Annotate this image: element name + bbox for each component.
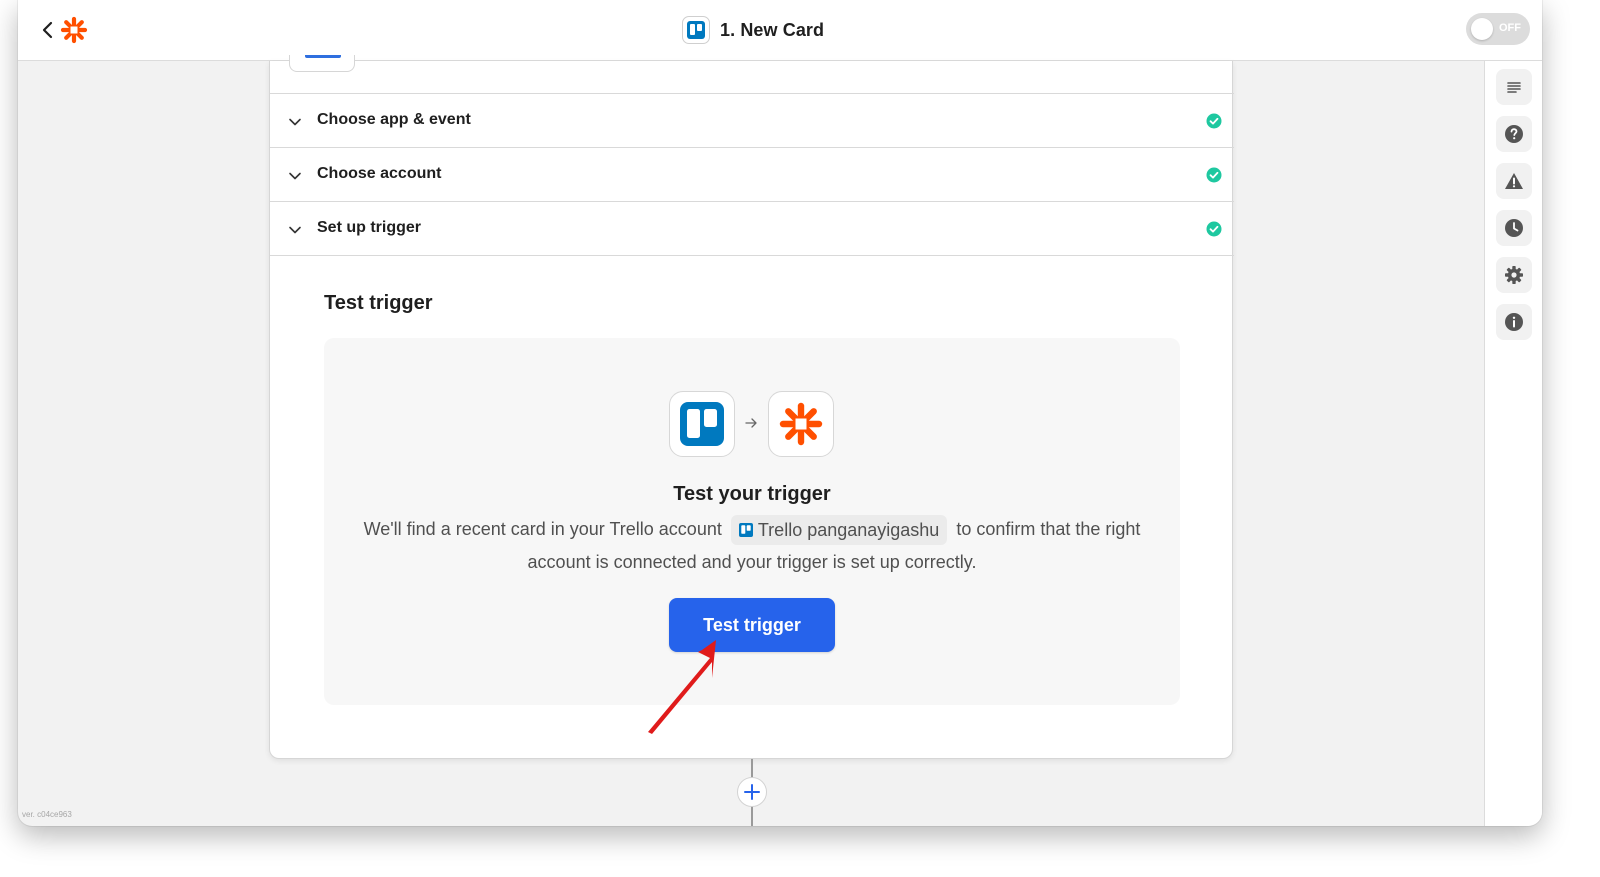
test-description-line2: account is connected and your trigger is… bbox=[527, 552, 977, 572]
zap-on-off-toggle[interactable]: OFF bbox=[1466, 13, 1530, 45]
arrow-right-icon bbox=[745, 418, 757, 428]
back-chevron-icon[interactable] bbox=[38, 18, 58, 42]
test-your-trigger-title: Test your trigger bbox=[673, 483, 831, 505]
check-circle-icon bbox=[1206, 113, 1222, 129]
test-trigger-heading: Test trigger bbox=[324, 292, 433, 314]
test-trigger-button[interactable]: Test trigger bbox=[669, 598, 835, 652]
section-label: Choose account bbox=[317, 165, 442, 182]
test-trigger-card: Test your trigger We'll find a recent ca… bbox=[324, 338, 1180, 705]
section-set-up-trigger[interactable]: Set up trigger bbox=[270, 201, 1234, 255]
check-circle-icon bbox=[1206, 221, 1222, 237]
test-description-line1: We'll find a recent card in your Trello … bbox=[324, 515, 1180, 545]
zapier-logo-icon bbox=[779, 402, 823, 446]
section-choose-app-event[interactable]: Choose app & event bbox=[270, 93, 1234, 147]
toggle-label: OFF bbox=[1499, 22, 1521, 34]
account-name: Trello panganayigashu bbox=[757, 520, 940, 540]
chevron-down-icon bbox=[289, 226, 301, 234]
desc-text-before: We'll find a recent card in your Trello … bbox=[363, 518, 722, 539]
right-rail bbox=[1484, 61, 1542, 826]
step-editor-panel: Choose app & event Choose account Set up… bbox=[269, 55, 1234, 759]
zapier-logo-icon[interactable] bbox=[60, 16, 88, 44]
toggle-knob bbox=[1471, 18, 1493, 40]
zapier-app-tile bbox=[768, 391, 834, 457]
section-label: Choose app & event bbox=[317, 111, 471, 128]
add-step-button[interactable] bbox=[737, 777, 767, 807]
history-icon[interactable] bbox=[1496, 210, 1532, 246]
account-chip: Trello panganayigashu bbox=[730, 515, 948, 545]
help-icon[interactable] bbox=[1496, 116, 1532, 152]
notes-icon[interactable] bbox=[1496, 69, 1532, 105]
collapsed-app-tile bbox=[289, 55, 355, 72]
plus-icon bbox=[744, 784, 760, 800]
trello-icon bbox=[682, 16, 710, 44]
info-icon[interactable] bbox=[1496, 304, 1532, 340]
chevron-down-icon bbox=[289, 118, 301, 126]
section-divider bbox=[270, 255, 1234, 256]
trello-icon bbox=[738, 523, 753, 537]
trello-icon bbox=[680, 402, 724, 446]
check-circle-icon bbox=[1206, 167, 1222, 183]
step-title-text: 1. New Card bbox=[720, 19, 825, 40]
step-title: 1. New Card bbox=[682, 16, 824, 44]
trello-app-tile bbox=[669, 391, 735, 457]
version-label: ver. c04ce963 bbox=[22, 810, 72, 819]
alert-icon[interactable] bbox=[1496, 163, 1532, 199]
section-label: Set up trigger bbox=[317, 219, 422, 236]
settings-icon[interactable] bbox=[1496, 257, 1532, 293]
chevron-down-icon bbox=[289, 172, 301, 180]
app-window: 1. New Card OFF ver. c04ce963 Choose app… bbox=[18, 0, 1542, 826]
top-bar: 1. New Card OFF bbox=[18, 0, 1542, 61]
desc-text-after: to confirm that the right bbox=[956, 518, 1141, 539]
section-choose-account[interactable]: Choose account bbox=[270, 147, 1234, 201]
